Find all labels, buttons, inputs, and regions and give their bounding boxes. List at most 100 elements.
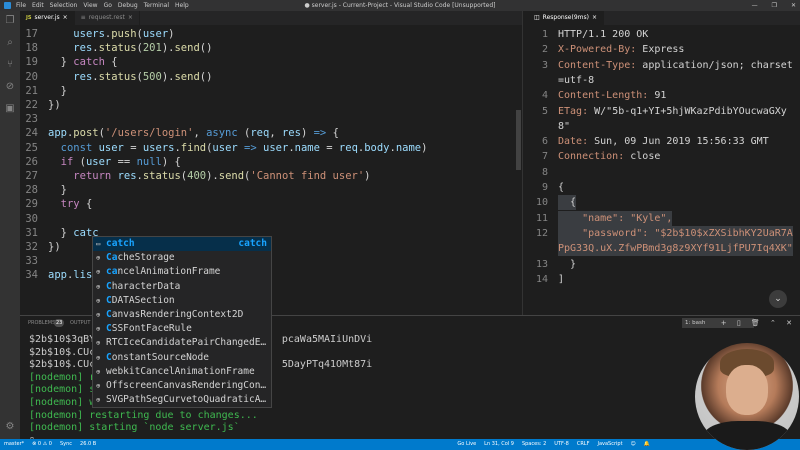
code-token: status [98,70,137,83]
suggestion-item[interactable]: ⊕ CSSFontFaceRule [93,322,271,336]
code-token: => [313,127,327,140]
suggestion-match: Ca [106,252,118,264]
symbol-icon: ⊕ [96,268,101,277]
status-item-left[interactable]: Sync [60,439,72,450]
line-number: 25 [25,141,38,154]
panel-action-icons[interactable]: + ▯ 🗑 ⌃ ✕ [721,316,796,330]
suggestion-item[interactable]: ▭ catch catch [93,237,271,252]
debug-icon[interactable]: ⊘ [4,81,16,93]
status-item-left[interactable]: ⊗ 0 ⚠ 0 [32,439,52,450]
line-number: 20 [25,70,38,83]
response-line: 8" [528,119,800,134]
symbol-icon: ⊕ [96,254,101,263]
status-item-right[interactable]: JavaScript [597,439,622,450]
code-line: 17 users.push(user) [20,27,522,41]
maximize-button[interactable]: ❐ [772,0,777,11]
status-item-right[interactable]: CRLF [577,439,590,450]
code-token: ) [421,141,428,154]
search-icon[interactable]: ⌕ [4,37,16,49]
code-token: res [117,170,137,182]
tab-response-9ms-[interactable]: ◫ Response(9ms) × [528,11,604,25]
code-text: app.list [48,268,99,282]
tab-server-js[interactable]: JS server.js × [20,11,75,25]
response-text: "password": "$2b$10$xZXSibhKY2UaR7A [558,225,793,241]
code-token: == [111,155,137,168]
line-number: 2 [541,44,548,56]
tab-label: Response(9ms) [542,14,589,21]
code-token: return [73,170,112,182]
status-item-right[interactable]: Spaces: 2 [522,439,546,450]
code-text: return res.status(400).send('Cannot find… [48,169,370,183]
code-token: user [263,141,289,154]
line-number: 18 [25,42,38,55]
line-number: 31 [25,226,38,239]
minimize-button[interactable]: — [752,0,758,11]
suggestion-item[interactable]: ⊕ CDATASection [93,294,271,308]
code-token: null [136,155,162,168]
response-line: 14] [528,272,800,287]
header-value: "password": "$2b$10$xZXSibhKY2UaR7A [558,227,793,239]
line-number: 9 [541,182,548,193]
suggestion-item[interactable]: ⊕ CacheStorage [93,251,271,265]
header-value: "name": "Kyle", [558,212,673,224]
source-control-icon[interactable]: ⑂ [4,59,16,71]
close-button[interactable]: ✕ [791,0,796,11]
code-token: user [85,155,112,168]
line-number: 30 [25,212,38,225]
line-number: 24 [25,127,38,140]
close-icon[interactable]: × [592,11,597,25]
status-item-left[interactable]: 26.0 B [80,439,96,450]
code-token: status [142,170,181,182]
response-text: Date: Sun, 09 Jun 2019 15:56:33 GMT [558,134,769,149]
close-icon[interactable]: × [63,11,68,25]
line-number: 3 [541,59,548,71]
response-line: =utf-8 [528,73,800,88]
suggestion-item[interactable]: ⊕ SVGPathSegCurvetoQuadraticA… [93,393,271,407]
header-key: Connection: [558,151,625,163]
tab-problems[interactable]: PROBLEMS [28,316,55,330]
tab-output[interactable]: OUTPUT [70,316,90,330]
scroll-down-button[interactable]: ⌄ [769,290,787,308]
editor-scrollbar[interactable] [516,110,521,170]
suggestion-item[interactable]: ⊕ cancelAnimationFrame [93,265,271,279]
code-line: 22}) [20,98,522,112]
response-text: ETag: W/"5b-q1+YI+5hjWKazPdibYOucwaGXy [558,104,787,119]
extensions-icon[interactable]: ▣ [4,103,16,115]
status-item-right[interactable]: UTF-8 [554,439,569,450]
explorer-icon[interactable]: ❐ [4,15,16,27]
status-item-right[interactable]: Go Live [457,439,476,450]
status-item-right[interactable]: Ln 31, Col 9 [484,439,514,450]
response-line: 12 "password": "$2b$10$xZXSibhKY2UaR7A [528,225,800,241]
response-line: 5 ETag: W/"5b-q1+YI+5hjWKazPdibYOucwaGXy [528,104,800,119]
suggestion-item[interactable]: ⊕ webkitCancelAnimationFrame [93,365,271,379]
suggestion-item[interactable]: ⊕ CanvasRenderingContext2D [93,308,271,322]
response-viewer[interactable]: 1 HTTP/1.1 200 OK 2 X-Powered-By: Express 3 C… [528,25,800,315]
suggestion-item[interactable]: ⊕ RTCIceCandidatePairChangedE… [93,336,271,350]
status-item-right[interactable]: ☺ [631,439,636,450]
terminal-line: [nodemon] restarting due to changes... [29,409,258,421]
code-line: 19 } catch { [20,55,522,69]
header-value: application/json; charset [636,59,793,71]
code-token: res [281,127,301,140]
header-value: W/"5b-q1+YI+5hjWKazPdibYOucwaGXy [588,105,787,117]
status-item-right[interactable]: 🔔 [644,439,650,450]
suggestion-item[interactable]: ⊕ CharacterData [93,280,271,294]
code-token: res [73,42,93,55]
code-text: res.status(201).send() [48,41,212,55]
suggestion-item[interactable]: ⊕ ConstantSourceNode [93,351,271,365]
line-number: 26 [25,155,38,168]
settings-gear-icon[interactable]: ⚙ [4,421,16,433]
close-icon[interactable]: × [128,11,133,25]
header-value: Express [636,44,685,56]
header-value: close [624,151,661,163]
suggestion-item[interactable]: ⊕ OffscreenCanvasRenderingCon… [93,379,271,393]
tab-request-rest[interactable]: ≡ request.rest × [75,11,140,25]
code-line: 27 return res.status(400).send('Cannot f… [20,169,522,183]
response-text: { [558,180,564,195]
header-value: Sun, 09 Jun 2019 15:56:33 GMT [588,136,769,148]
line-number: 21 [25,84,38,97]
status-item-left[interactable]: master* [4,439,24,450]
header-key: Content-Length: [558,90,649,102]
